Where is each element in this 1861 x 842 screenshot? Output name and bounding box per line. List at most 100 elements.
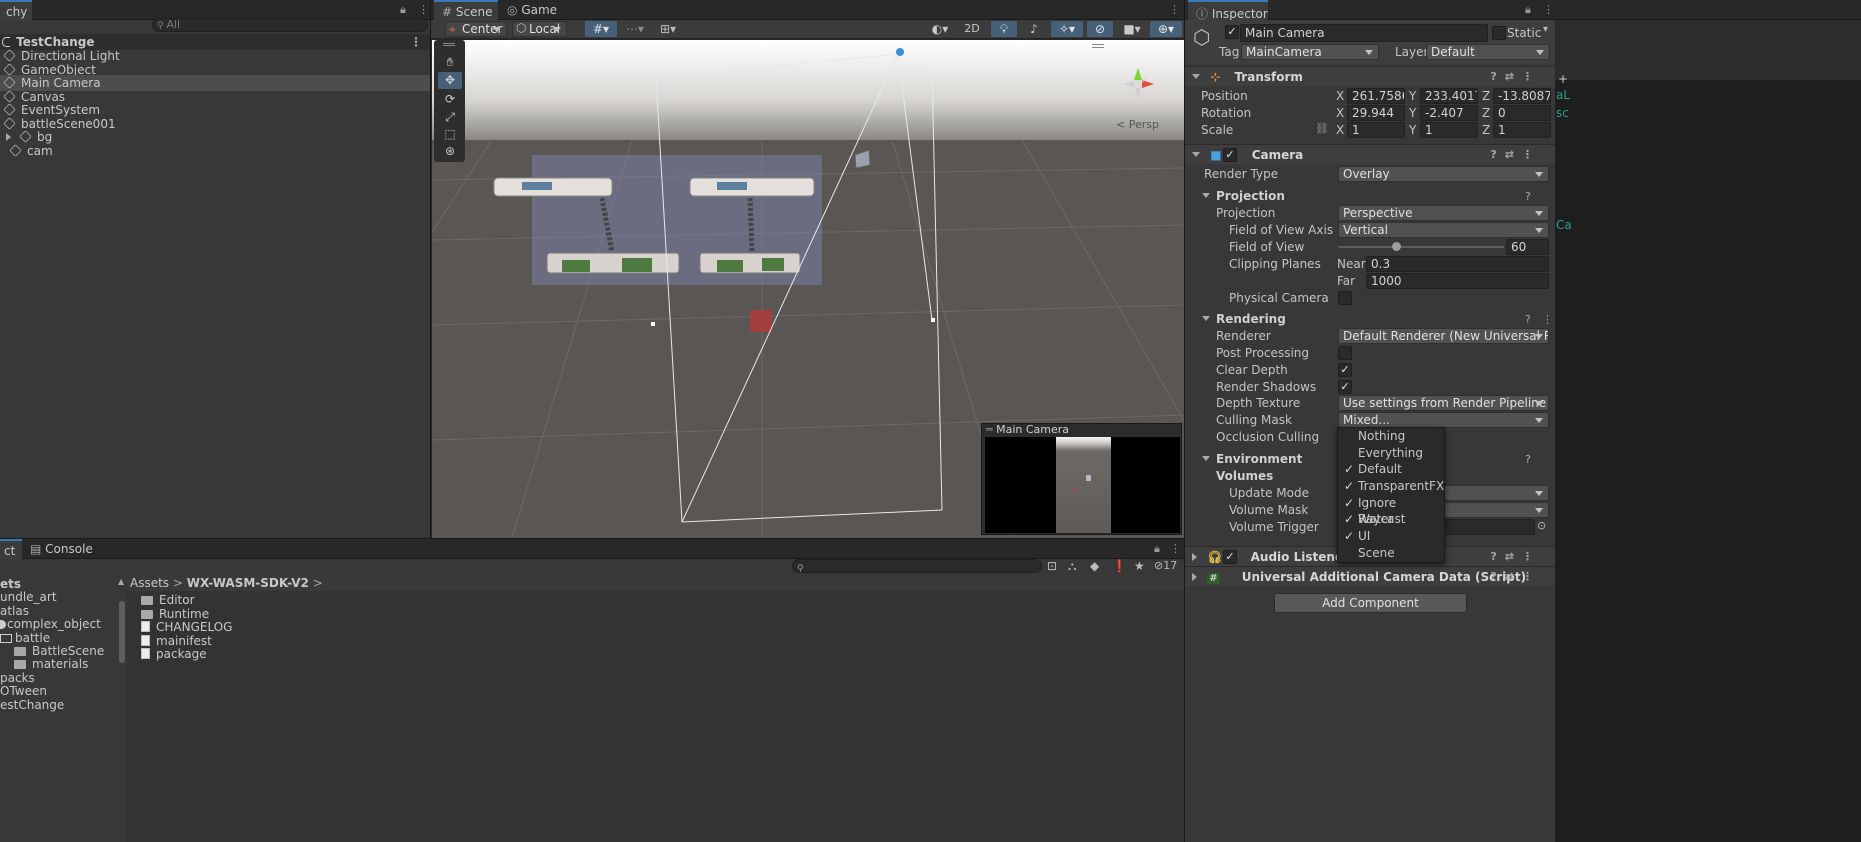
scale-tool-icon[interactable]: ⤢ <box>438 109 462 126</box>
filter-errors-icon[interactable]: ❗ <box>1112 559 1127 573</box>
rotation-x-input[interactable]: 29.944 <box>1347 105 1405 121</box>
2d-toggle-button[interactable]: 2D <box>959 21 985 37</box>
scale-z-input[interactable]: 1 <box>1493 122 1551 138</box>
palette-handle[interactable] <box>443 43 455 46</box>
effects-toggle-icon[interactable]: ✧▾ <box>1051 21 1083 37</box>
overlay-menu-icon[interactable] <box>1092 44 1104 48</box>
more-menu-icon[interactable]: ⋮ <box>418 3 429 16</box>
clear-depth-checkbox[interactable]: ✓ <box>1338 363 1352 377</box>
position-x-input[interactable]: 261.7586 <box>1347 88 1405 104</box>
environment-section-header[interactable]: Environment <box>1202 451 1302 467</box>
projection-dropdown[interactable]: Perspective <box>1338 205 1549 221</box>
fov-value-input[interactable]: 60 <box>1506 239 1549 255</box>
more-menu-icon[interactable]: ⋮ <box>1169 3 1180 16</box>
object-name-input[interactable]: Main Camera <box>1240 24 1488 42</box>
tab-game[interactable]: ◎ Game <box>499 0 559 21</box>
project-file-item[interactable]: package <box>141 646 341 662</box>
hidden-packages-icon[interactable]: ⊘17 <box>1154 559 1177 572</box>
increment-snap-button[interactable]: ⋯▾ <box>621 21 649 37</box>
culling-menu-item[interactable]: ✓ Default <box>1338 461 1444 478</box>
more-menu-icon[interactable]: ⋮ <box>1170 542 1181 555</box>
culling-menu-item[interactable]: ✓ UI <box>1338 528 1444 545</box>
culling-menu-item[interactable]: Everything <box>1338 445 1444 462</box>
fov-slider-thumb[interactable] <box>1392 242 1402 251</box>
additional-camera-data-header[interactable]: # Universal Additional Camera Data (Scri… <box>1185 566 1555 586</box>
camera-settings-icon[interactable]: ■▾ <box>1117 21 1147 37</box>
add-icon[interactable]: + <box>1558 72 1568 86</box>
object-active-checkbox[interactable]: ✓ <box>1225 25 1239 39</box>
static-dropdown-arrow-icon[interactable]: ▾ <box>1543 24 1548 35</box>
audio-toggle-icon[interactable]: ♪ <box>1021 21 1047 37</box>
tag-dropdown[interactable]: MainCamera <box>1241 44 1379 60</box>
hidden-objects-icon[interactable]: ⊘ <box>1087 21 1113 37</box>
scene-viewport[interactable]: ✋︎ ✥ ⟳ ⤢ ⬚ ⊛ < Persp ═ Main Camera <box>432 40 1184 538</box>
transform-tool-icon[interactable]: ⊛ <box>438 143 462 160</box>
component-header-icons[interactable]: ?⇄⋮ <box>1490 67 1541 87</box>
position-z-input[interactable]: -13.80874 <box>1493 88 1551 104</box>
near-input[interactable]: 0.3 <box>1366 256 1549 272</box>
lighting-toggle-icon[interactable]: 💡︎ <box>991 21 1017 37</box>
depth-texture-dropdown[interactable]: Use settings from Render Pipeline Asset <box>1338 395 1549 411</box>
z-axis-label[interactable]: Z <box>1482 122 1490 138</box>
breadcrumb-assets[interactable]: Assets <box>130 576 169 590</box>
add-component-button[interactable]: Add Component <box>1274 593 1467 613</box>
culling-menu-item[interactable]: Nothing <box>1338 428 1444 445</box>
projection-section-header[interactable]: Projection <box>1202 188 1285 204</box>
render-type-dropdown[interactable]: Overlay <box>1338 166 1549 182</box>
constrain-proportions-icon[interactable]: ⛓ <box>1315 122 1329 135</box>
help-icon[interactable]: ? <box>1525 453 1531 466</box>
filter-label-icon[interactable]: ◆ <box>1090 559 1099 573</box>
search-by-type-icon[interactable]: ⊡ <box>1047 559 1057 573</box>
hierarchy-search-input[interactable]: ⚲ All <box>152 18 428 32</box>
rendering-section-header[interactable]: Rendering <box>1202 311 1286 327</box>
help-icon[interactable]: ? <box>1525 313 1531 326</box>
physical-camera-checkbox[interactable] <box>1338 291 1352 305</box>
x-axis-label[interactable]: X <box>1336 105 1344 121</box>
hand-tool-icon[interactable]: ✋︎ <box>438 54 462 71</box>
gameobject-icon[interactable]: ⬡ <box>1193 25 1210 49</box>
position-y-input[interactable]: 233.4017 <box>1420 88 1478 104</box>
lock-icon[interactable]: 🔒︎ <box>1154 542 1160 556</box>
lock-icon[interactable]: 🔒︎ <box>1525 3 1531 17</box>
more-menu-icon[interactable]: ⋮ <box>1542 313 1553 326</box>
component-header-icons[interactable]: ?⇄⋮ <box>1490 547 1541 567</box>
rect-tool-icon[interactable]: ⬚ <box>438 126 462 143</box>
component-header-icons[interactable]: ?⇄⋮ <box>1490 145 1541 165</box>
draw-mode-button[interactable]: ◐▾ <box>926 21 954 37</box>
scroll-up-arrow[interactable]: ▲ <box>118 577 124 586</box>
rotate-tool-icon[interactable]: ⟳ <box>438 91 462 108</box>
help-icon[interactable]: ? <box>1525 190 1531 203</box>
scale-x-input[interactable]: 1 <box>1347 122 1405 138</box>
camera-header[interactable]: ■ ✓ Camera ?⇄⋮ <box>1185 144 1555 164</box>
component-header-icons[interactable]: ?⇄⋮ <box>1490 567 1541 587</box>
pivot-center-dropdown[interactable]: ⌖ Center <box>445 21 507 37</box>
ruler-snap-button[interactable]: ⊞▾ <box>653 21 683 37</box>
scroll-thumb[interactable] <box>119 601 125 663</box>
tab-console[interactable]: ▤ Console <box>22 539 93 560</box>
breadcrumb-current[interactable]: WX-WASM-SDK-V2 <box>187 576 309 590</box>
y-axis-label[interactable]: Y <box>1409 105 1416 121</box>
hierarchy-item[interactable]: cam <box>0 143 430 159</box>
tree-scrollbar[interactable]: ▲ <box>118 577 126 842</box>
object-picker-icon[interactable]: ⊙ <box>1537 519 1546 532</box>
y-axis-label[interactable]: Y <box>1409 122 1416 138</box>
z-axis-label[interactable]: Z <box>1482 88 1490 104</box>
more-menu-icon[interactable]: ⋮ <box>1543 3 1554 16</box>
tab-hierarchy[interactable]: chy <box>0 0 32 21</box>
z-axis-label[interactable]: Z <box>1482 105 1490 121</box>
project-search-input[interactable]: ⚲ <box>792 559 1042 573</box>
favorites-star-icon[interactable]: ★ <box>1134 559 1145 573</box>
project-tree-item[interactable]: estChange <box>0 697 118 713</box>
culling-menu-item[interactable]: ✓ Ignore Raycast <box>1338 495 1444 527</box>
rotation-z-input[interactable]: 0 <box>1493 105 1551 121</box>
tab-scene[interactable]: # Scene <box>434 0 498 21</box>
move-tool-icon[interactable]: ✥ <box>438 72 462 89</box>
grid-snap-button[interactable]: #▾ <box>585 21 617 37</box>
tab-project[interactable]: ct <box>0 539 22 560</box>
far-input[interactable]: 1000 <box>1366 273 1549 289</box>
post-processing-checkbox[interactable] <box>1338 346 1352 360</box>
layer-dropdown[interactable]: Default <box>1426 44 1550 60</box>
lock-icon[interactable]: 🔒︎ <box>400 3 406 17</box>
render-shadows-checkbox[interactable]: ✓ <box>1338 380 1352 394</box>
filter-type-icon[interactable]: ⛬ <box>1068 559 1076 574</box>
